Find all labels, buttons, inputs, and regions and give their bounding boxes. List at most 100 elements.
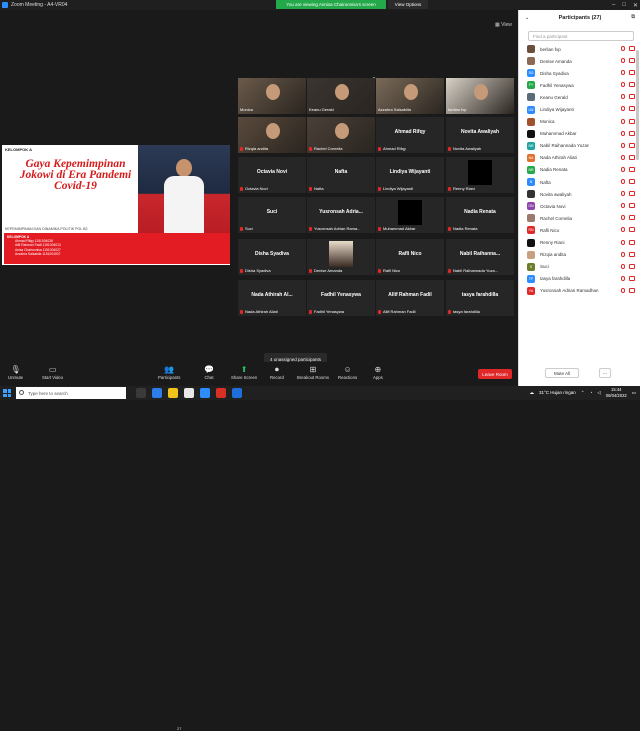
participant-tile[interactable]: MonicaMonica xyxy=(238,78,306,114)
panel-collapse-icon[interactable]: ⌄ xyxy=(525,15,529,21)
participant-list-item[interactable]: N Nafta xyxy=(519,176,637,188)
chevron-up-icon[interactable]: ⌃ xyxy=(581,390,585,396)
participant-tile[interactable]: Nafta Nafta xyxy=(307,157,375,193)
file-explorer-icon[interactable] xyxy=(168,388,178,398)
participant-tile[interactable]: Muhammad Akbar xyxy=(376,197,444,233)
participant-list-item[interactable]: Muhammad Akbar xyxy=(519,128,637,140)
participant-list-item[interactable]: LW Lindiya Wijayanti xyxy=(519,103,637,115)
participant-tile[interactable]: Azzahra SalsabillaAzzahra Salsabilla xyxy=(376,78,444,114)
participant-tile[interactable]: Denise Amanda xyxy=(307,239,375,275)
participant-name-label: Disha Syadiva xyxy=(240,268,271,273)
participant-tile[interactable]: Rafli Nico Rafli Nico xyxy=(376,239,444,275)
participant-list-item[interactable]: NA Nada Athirah Aliati xyxy=(519,152,637,164)
participant-tile[interactable]: Allif Rahman Fadil Allif Rahman Fadil xyxy=(376,280,444,316)
participant-tile[interactable]: Ahmad Rifqy Ahmad Rifqy xyxy=(376,117,444,153)
participant-tile[interactable]: Renny Riani xyxy=(446,157,514,193)
mute-all-button[interactable]: Mute All xyxy=(545,368,579,378)
word-icon[interactable] xyxy=(232,388,242,398)
participant-list-item[interactable]: RN Rafli Nico xyxy=(519,224,637,236)
video-off-icon xyxy=(629,203,635,209)
notification-icon[interactable]: ▭ xyxy=(632,390,636,396)
participant-list-item[interactable]: Monica xyxy=(519,116,637,128)
participants-scrollbar[interactable] xyxy=(636,50,639,160)
windows-start-icon[interactable] xyxy=(3,389,11,397)
participant-list-item[interactable]: Renny Riani xyxy=(519,237,637,249)
leave-room-button[interactable]: Leave Room xyxy=(478,369,512,379)
reactions-button[interactable]: ☺ Reactions xyxy=(338,364,357,380)
edge-icon[interactable] xyxy=(152,388,162,398)
participant-list-item[interactable]: Rachel Cornelia xyxy=(519,212,637,224)
windows-taskbar: Type here to search ☁ 31°C Hujan ringan … xyxy=(0,386,640,400)
close-icon[interactable]: ✕ xyxy=(633,2,638,9)
weather-icon: ☁ xyxy=(529,389,534,395)
participant-list-item[interactable]: FY Fadhil Yenasywa xyxy=(519,79,637,91)
participant-tile[interactable]: Suci Suci xyxy=(238,197,306,233)
participant-status-icons xyxy=(621,166,635,172)
participant-list-item[interactable]: ON Octavia Novi xyxy=(519,200,637,212)
network-icon[interactable]: ◔ xyxy=(590,390,593,395)
participant-list-item[interactable]: NR Nabil Raihannada Yuzan xyxy=(519,140,637,152)
participant-list-name: Disha Syadiva xyxy=(540,70,569,76)
participant-list-item[interactable]: Keanu Gerald xyxy=(519,91,637,103)
muted-mic-icon xyxy=(448,309,451,314)
participant-list-name: Novita awaliyah xyxy=(540,191,572,197)
clock-date: 06/04/2022 xyxy=(605,392,627,398)
participant-tile[interactable]: Disha Syadiva Disha Syadiva xyxy=(238,239,306,275)
participant-list-item[interactable]: S Suci xyxy=(519,261,637,273)
panel-popout-icon[interactable]: ⧉ xyxy=(631,14,635,20)
participant-avatar-black xyxy=(468,160,492,185)
taskbar-search-input[interactable]: Type here to search xyxy=(16,387,126,399)
participant-tile[interactable]: Fadhil Yenasywa Fadhil Yenasywa xyxy=(307,280,375,316)
minimize-icon[interactable]: – xyxy=(612,2,615,8)
participant-tile[interactable]: berlian fvpberlian fvp xyxy=(446,78,514,114)
participants-button[interactable]: 👥 Participants xyxy=(158,364,180,380)
participant-tile[interactable]: Novita Awaliyah Novita Awaliyah xyxy=(446,117,514,153)
weather-text[interactable]: 31°C Hujan ringan xyxy=(539,390,576,395)
participant-tile[interactable]: Lindiya Wijayanti Lindiya Wijayanti xyxy=(376,157,444,193)
breakout-rooms-button[interactable]: ⊞ Breakout Rooms xyxy=(297,364,329,380)
start-video-button[interactable]: ▭ Start Video xyxy=(42,364,63,380)
participant-list-item[interactable]: Novita awaliyah xyxy=(519,188,637,200)
chat-button[interactable]: 💬 Chat xyxy=(204,364,214,380)
view-button[interactable]: ▦ View xyxy=(495,22,512,28)
participant-avatar-black xyxy=(398,200,422,225)
participant-list-item[interactable]: Rizqia andita xyxy=(519,249,637,261)
view-options-button[interactable]: View Options xyxy=(388,0,428,9)
clock[interactable]: 15:44 06/04/2022 xyxy=(606,387,627,398)
participant-list-name: Octavia Novi xyxy=(540,203,566,209)
participant-tile[interactable]: Rizqia anditaRizqia andita xyxy=(238,117,306,153)
participant-search-input[interactable]: Find a participant xyxy=(528,31,634,41)
participant-list-item[interactable]: berlian fvp xyxy=(519,43,637,55)
participant-list-item[interactable]: DS Disha Syadiva xyxy=(519,67,637,79)
participant-tile[interactable]: Octavia Novi Octavia Novi xyxy=(238,157,306,193)
participant-list-item[interactable]: NR Nadia Renata xyxy=(519,164,637,176)
chrome-icon[interactable] xyxy=(216,388,226,398)
zoom-taskbar-icon[interactable] xyxy=(200,388,210,398)
volume-icon[interactable]: ◁ xyxy=(597,390,600,396)
participant-tile[interactable]: Nabil Raihanna... Nabil Raihannada Yuza..… xyxy=(446,239,514,275)
record-button[interactable]: ⏺ Record xyxy=(270,364,284,380)
unmute-button[interactable]: 🎙 Unmute xyxy=(8,364,23,380)
participant-tile[interactable]: Yusronsah Adria... Yusronsah Adrian Rama.… xyxy=(307,197,375,233)
participant-tile[interactable]: Nada Athirah Al... Nada Athirah Aliati xyxy=(238,280,306,316)
participant-name-text: Lindiya Wijayanti xyxy=(383,186,414,191)
participant-tile[interactable]: Rachel CorneliaRachel Cornelia xyxy=(307,117,375,153)
share-screen-button[interactable]: ⬆ Share Screen xyxy=(231,364,257,380)
participant-tile[interactable]: tasya farahdilla tasya farahdilla xyxy=(446,280,514,316)
participant-list-item[interactable]: YA Yusronsah Adrian Ramadhan xyxy=(519,285,637,297)
store-icon[interactable] xyxy=(184,388,194,398)
unmute-label: Unmute xyxy=(8,375,24,380)
maximize-icon[interactable]: □ xyxy=(622,2,626,8)
more-options-button[interactable]: ... xyxy=(599,368,611,378)
task-view-icon[interactable] xyxy=(136,388,146,398)
participant-display-name: Lindiya Wijayanti xyxy=(389,169,431,175)
participant-list-name: tasya farahdilla xyxy=(540,276,571,282)
participant-name-text: Azzahra Salsabilla xyxy=(378,107,411,112)
participant-tile[interactable]: Nadia Renata Nadia Renata xyxy=(446,197,514,233)
participant-list-item[interactable]: TF tasya farahdilla xyxy=(519,273,637,285)
participant-tile[interactable]: Keanu GeraldKeanu Gerald xyxy=(307,78,375,114)
video-off-icon xyxy=(629,82,635,88)
participant-status-icons xyxy=(621,154,635,160)
apps-button[interactable]: ⊕ Apps xyxy=(373,364,383,380)
participant-list-item[interactable]: Denise Amanda xyxy=(519,55,637,67)
